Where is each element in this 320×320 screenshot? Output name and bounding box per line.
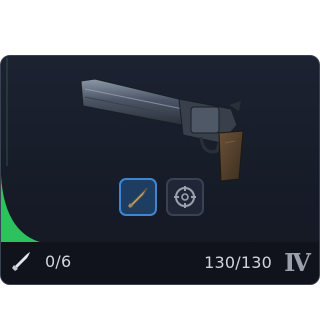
attachment-slot-scope[interactable] [166, 178, 204, 216]
bullet-icon [128, 187, 148, 208]
attachment-slot-ammo[interactable] [119, 178, 157, 216]
attachment-slots [119, 178, 204, 216]
ammo-counter: 0/6 [11, 250, 71, 272]
ammo-count-text: 0/6 [45, 251, 72, 271]
card-footer: 0/6 130/130 IV [1, 242, 319, 284]
bullet-icon [12, 252, 30, 271]
crosshair-scope-icon [174, 186, 196, 208]
revolver-weapon-image [80, 78, 244, 182]
durability-text: 130/130 [204, 253, 272, 272]
weapon-card[interactable]: 0/6 130/130 IV [0, 55, 320, 285]
tier-badge: IV [284, 247, 311, 277]
